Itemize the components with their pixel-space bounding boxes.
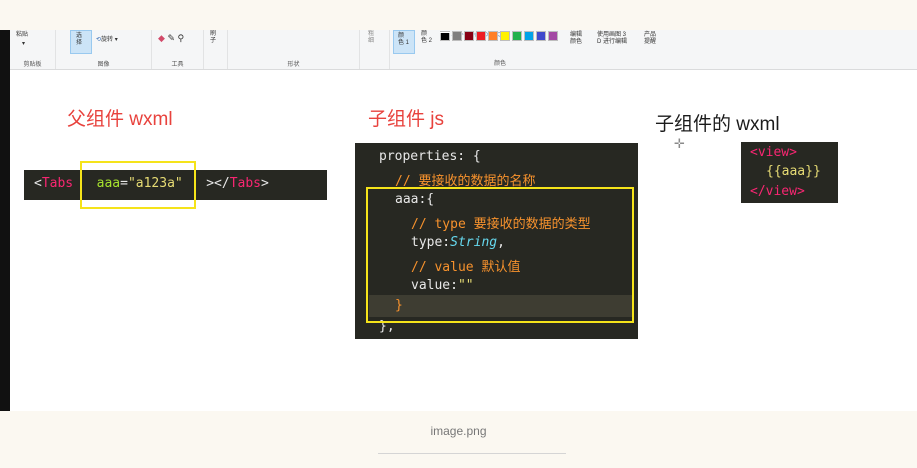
paste-dropdown-icon[interactable]: ▾ <box>22 41 25 48</box>
child-wxml-code: <view> {{aaa}} </view> <box>741 142 838 203</box>
paint-canvas[interactable]: 父组件 wxml 子组件 js 子组件的 wxml <Tabs aaa="a12… <box>10 70 917 411</box>
js-line-1: properties: { <box>379 149 481 164</box>
edit-colors-button[interactable]: 编辑 颜色 <box>570 32 582 46</box>
clipboard-group-label: 剪贴板 <box>23 62 42 68</box>
swatch[interactable] <box>500 31 510 41</box>
shapes-group-label: 形状 <box>287 62 300 68</box>
child-open-tag: <view> <box>750 145 797 160</box>
window-left-edge <box>0 30 10 411</box>
caption-underline <box>378 453 566 454</box>
code-gt: > <box>261 176 269 191</box>
product-alert-button[interactable]: 产品 提醒 <box>644 32 656 46</box>
select-label: 选 择 <box>76 33 83 46</box>
size-group: 粗 细 <box>360 30 390 69</box>
heading-child-js: 子组件 js <box>368 109 445 130</box>
paint-ribbon: 粘贴 ▾ 剪贴板 选 择 ⟲旋转 ▾ 图像 ◆ ✎ ⚲ 工具 刷 子 ⇩✧☆✩⬭… <box>10 30 917 70</box>
tools-group-label: 工具 <box>171 62 184 68</box>
paint3d-button[interactable]: 使用画图 3 D 进行编辑 <box>597 32 627 46</box>
rotate-label: 旋转 <box>101 37 114 43</box>
page-top-strip <box>0 0 917 30</box>
tools-group: ◆ ✎ ⚲ 工具 <box>152 30 204 69</box>
heading-child-wxml: 子组件的 wxml <box>655 114 780 135</box>
crosshair-cursor-icon: ✛ <box>674 136 685 151</box>
brush-group: 刷 子 <box>204 30 228 69</box>
js-properties: properties: { <box>379 149 481 164</box>
swatch[interactable] <box>452 31 462 41</box>
tools-icons[interactable]: ◆ ✎ ⚲ <box>158 33 185 43</box>
colors-group-label: 颜色 <box>493 61 506 67</box>
select-button[interactable]: 选 择 <box>70 30 92 54</box>
color1-button[interactable]: 颜 色 1 <box>393 30 415 54</box>
swatch[interactable] <box>536 31 546 41</box>
magnifier-icon[interactable]: ⚲ <box>178 33 185 43</box>
color1-label: 颜 色 1 <box>398 33 410 46</box>
swatch[interactable] <box>464 31 474 41</box>
child-close-tag: </view> <box>750 184 805 199</box>
swatch[interactable] <box>548 31 558 41</box>
color-swatches <box>440 31 568 53</box>
clipboard-group: 粘贴 ▾ 剪贴板 <box>10 30 56 69</box>
highlight-box-js <box>366 187 634 323</box>
brush-button[interactable]: 刷 子 <box>210 31 216 45</box>
shapes-group: ⇩✧☆✩⬭⬭⬭▾ 形状 <box>228 30 509 69</box>
size-button[interactable]: 粗 细 <box>368 31 374 45</box>
swatch[interactable] <box>524 31 534 41</box>
swatch[interactable] <box>512 31 522 41</box>
highlight-box-parent <box>80 161 196 209</box>
swatch[interactable] <box>476 31 486 41</box>
code-lt: < <box>34 176 42 191</box>
eraser-icon[interactable]: ◆ <box>158 33 165 43</box>
color2-button[interactable]: 颜 色 2 <box>421 31 432 45</box>
image-caption: image.png <box>430 424 487 438</box>
code-close: ></ <box>206 176 230 191</box>
swatch-top-strip <box>440 32 450 33</box>
heading-parent-wxml: 父组件 wxml <box>67 109 173 130</box>
code-close-tag: Tabs <box>229 176 262 191</box>
image-group: 选 择 ⟲旋转 ▾ 图像 <box>56 30 152 69</box>
image-group-label: 图像 <box>97 62 110 68</box>
swatch[interactable] <box>488 31 498 41</box>
paste-button[interactable]: 粘贴 <box>16 32 28 39</box>
code-tag: Tabs <box>41 176 74 191</box>
rotate-button[interactable]: ⟲旋转 ▾ <box>96 37 118 44</box>
picker-icon[interactable]: ✎ <box>167 33 175 43</box>
child-body: {{aaa}} <box>766 164 821 179</box>
